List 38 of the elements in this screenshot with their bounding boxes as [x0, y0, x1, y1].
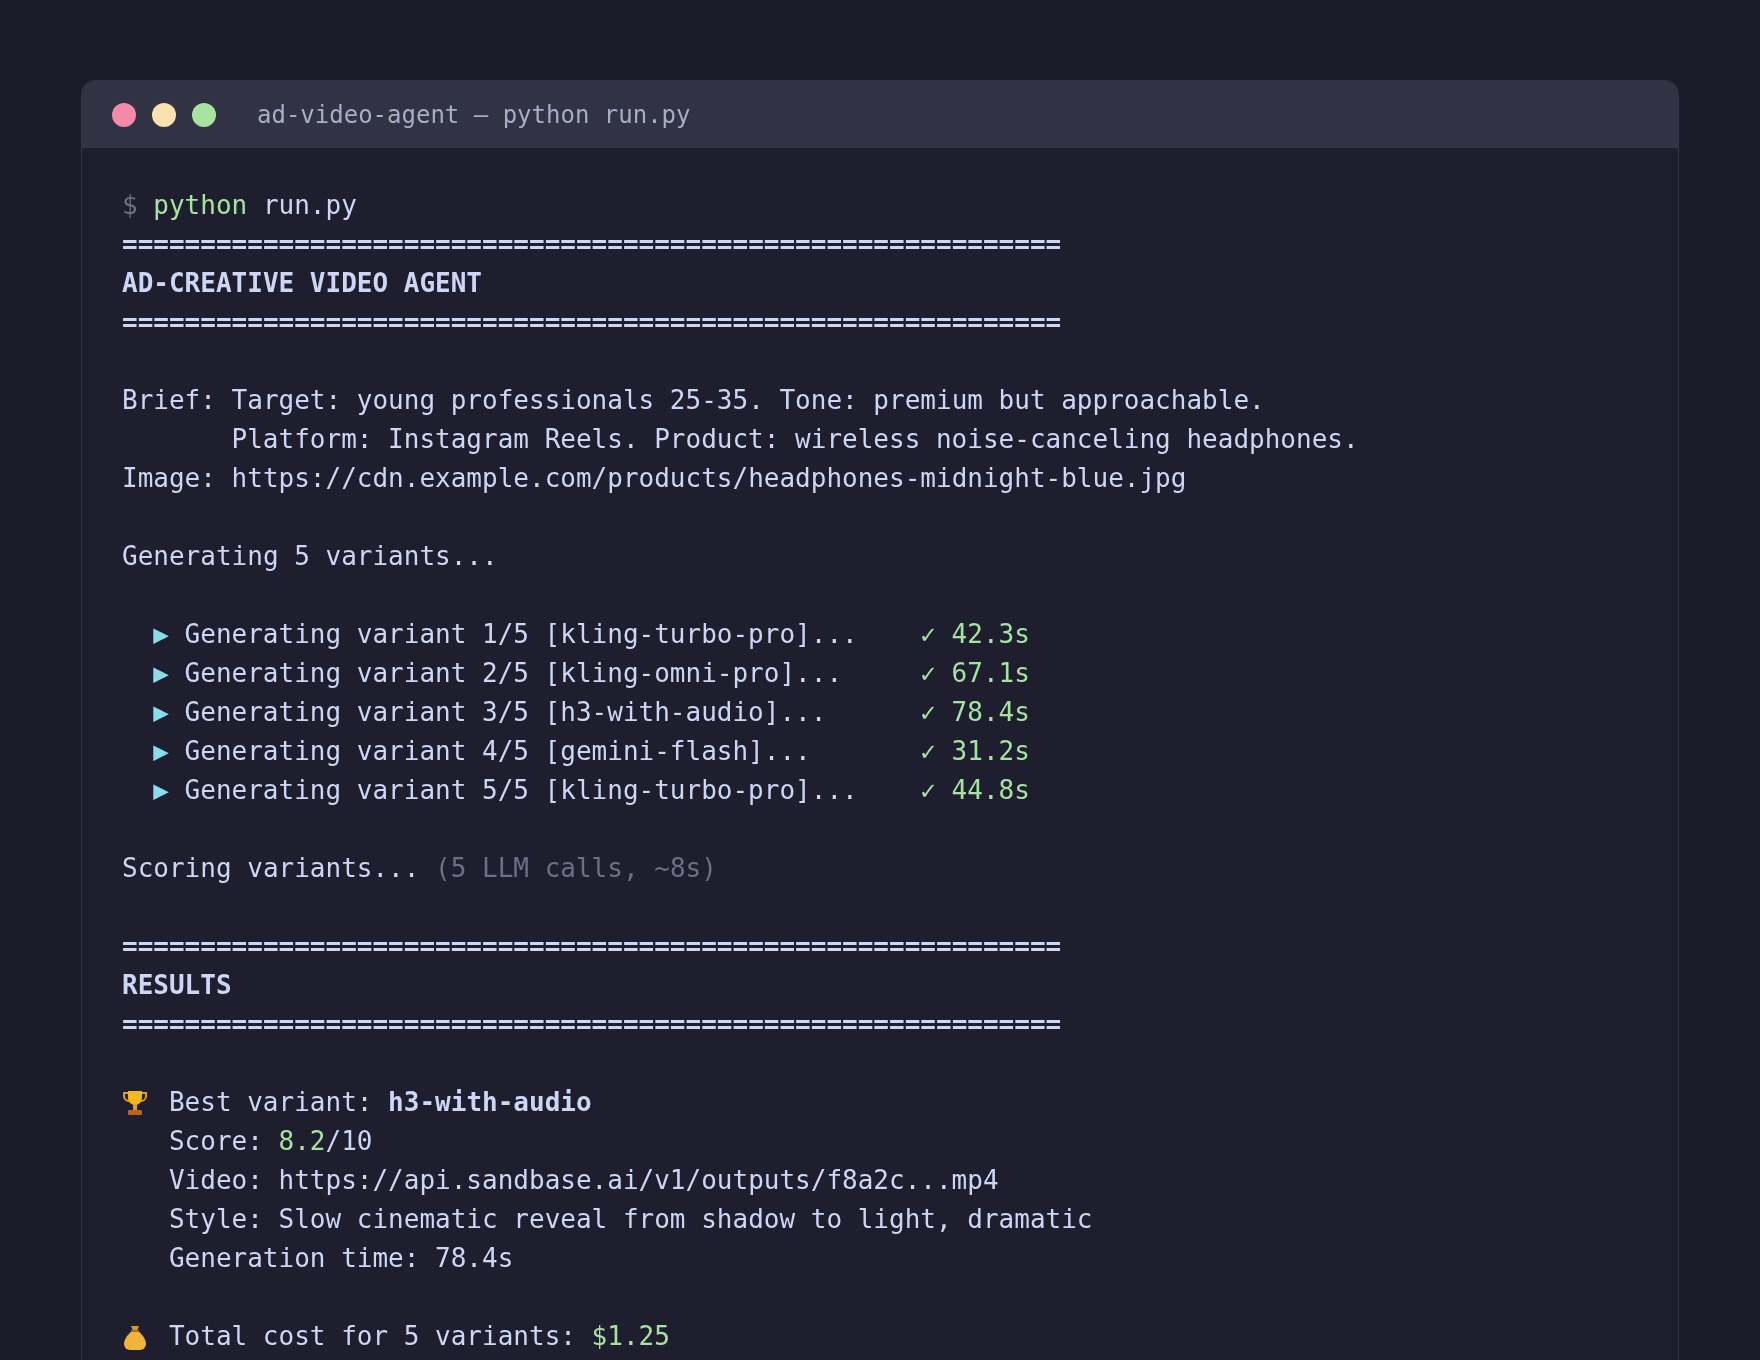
window-control-dot[interactable]	[112, 102, 136, 127]
section-heading: AD-CREATIVE VIDEO AGENT	[122, 267, 483, 300]
result-time: ✓ 31.2s	[920, 735, 1030, 768]
result-time: ✓ 78.4s	[920, 696, 1030, 729]
progress-line: Generating variant 5/5 [kling-turbo-pro]...	[184, 774, 859, 807]
detail-line: Video: https://api.sandbase.ai/v1/outputs/f8a2c...mp4	[168, 1164, 999, 1197]
command-prompt: $ python run.py	[122, 189, 357, 222]
play-marker: ▶	[153, 735, 170, 768]
output-line: Image: https://cdn.example.com/products/headphones-midnight-blue.jpg	[122, 462, 1187, 495]
play-marker: ▶	[153, 774, 170, 807]
result-time: ✓ 67.1s	[920, 657, 1030, 690]
window-control-dot[interactable]	[152, 102, 176, 127]
result-time: ✓ 44.8s	[920, 774, 1030, 807]
progress-line: Generating variant 1/5 [kling-turbo-pro]...	[184, 618, 859, 651]
output-line: Platform: Instagram Reels. Product: wireless noise-canceling headphones.	[231, 423, 1359, 456]
best-variant-line: Best variant: h3-with-audio	[168, 1086, 592, 1119]
output-line: Generating 5 variants...	[122, 540, 498, 573]
separator-line: ============================================================	[122, 930, 1062, 963]
total-cost-line: Total cost for 5 variants: $1.25	[168, 1320, 670, 1353]
play-marker: ▶	[153, 618, 170, 651]
play-marker: ▶	[153, 657, 170, 690]
progress-line: Generating variant 4/5 [gemini-flash]...	[184, 735, 812, 768]
section-heading: RESULTS	[122, 969, 232, 1002]
score-line: Score: 8.2/10	[168, 1125, 373, 1158]
progress-line: Generating variant 3/5 [h3-with-audio]...	[184, 696, 828, 729]
window-title: ad-video-agent — python run.py	[257, 100, 691, 129]
result-time: ✓ 42.3s	[920, 618, 1030, 651]
play-marker: ▶	[153, 696, 170, 729]
output-line: Scoring variants... (5 LLM calls, ~8s)	[122, 852, 717, 885]
separator-line: ============================================================	[122, 228, 1062, 261]
separator-line: ============================================================	[122, 1008, 1062, 1041]
window-control-dot[interactable]	[192, 102, 216, 127]
output-line: Brief: Target: young professionals 25-35. Tone: premium but approachable.	[122, 384, 1265, 417]
trophy-icon	[122, 1088, 148, 1117]
progress-line: Generating variant 2/5 [kling-omni-pro]...	[184, 657, 844, 690]
detail-line: Generation time: 78.4s	[168, 1242, 514, 1275]
detail-line: Style: Slow cinematic reveal from shadow to light, dramatic	[168, 1203, 1093, 1236]
separator-line: ============================================================	[122, 306, 1062, 339]
